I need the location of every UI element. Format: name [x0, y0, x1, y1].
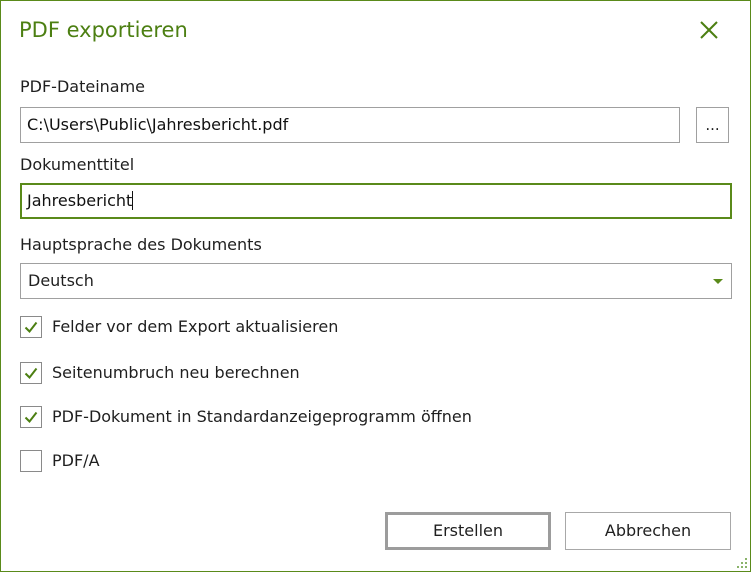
close-button[interactable]	[691, 13, 727, 47]
doc-title-label: Dokumenttitel	[20, 155, 135, 174]
doc-title-input[interactable]: Jahresbericht	[20, 183, 732, 219]
checkmark-icon	[24, 367, 38, 380]
option-update-fields[interactable]: Felder vor dem Export aktualisieren	[20, 315, 338, 339]
text-caret	[132, 191, 134, 210]
dialog-title: PDF exportieren	[19, 18, 188, 42]
language-label: Hauptsprache des Dokuments	[20, 235, 262, 254]
option-pdfa[interactable]: PDF/A	[20, 449, 100, 473]
option-label: PDF/A	[52, 451, 100, 470]
option-label: Felder vor dem Export aktualisieren	[52, 317, 339, 336]
checkbox-pdfa[interactable]	[20, 450, 42, 472]
option-open-viewer[interactable]: PDF-Dokument in Standardanzeigeprogramm …	[20, 405, 472, 429]
checkmark-icon	[24, 411, 38, 424]
language-select[interactable]: Deutsch	[20, 263, 732, 299]
option-label: PDF-Dokument in Standardanzeigeprogramm …	[52, 407, 472, 426]
pdf-export-dialog: PDF exportieren PDF-Dateiname C:\Users\P…	[0, 0, 751, 572]
resize-grip-icon[interactable]	[736, 557, 748, 569]
checkmark-icon	[24, 321, 38, 334]
option-label: Seitenumbruch neu berechnen	[52, 363, 300, 382]
close-icon	[700, 21, 718, 39]
filename-input[interactable]: C:\Users\Public\Jahresbericht.pdf	[20, 107, 680, 143]
checkbox-update-fields[interactable]	[20, 316, 42, 338]
chevron-down-icon	[713, 279, 723, 284]
checkbox-open-viewer[interactable]	[20, 406, 42, 428]
language-selected-value: Deutsch	[28, 271, 94, 290]
create-button[interactable]: Erstellen	[385, 512, 551, 550]
filename-label: PDF-Dateiname	[20, 77, 146, 96]
checkbox-recalc-pagebreaks[interactable]	[20, 362, 42, 384]
doc-title-value: Jahresbericht	[27, 191, 133, 210]
cancel-button[interactable]: Abbrechen	[565, 512, 731, 550]
filename-value: C:\Users\Public\Jahresbericht.pdf	[27, 115, 289, 134]
option-recalc-pagebreaks[interactable]: Seitenumbruch neu berechnen	[20, 361, 300, 385]
browse-button[interactable]: ...	[696, 107, 729, 143]
